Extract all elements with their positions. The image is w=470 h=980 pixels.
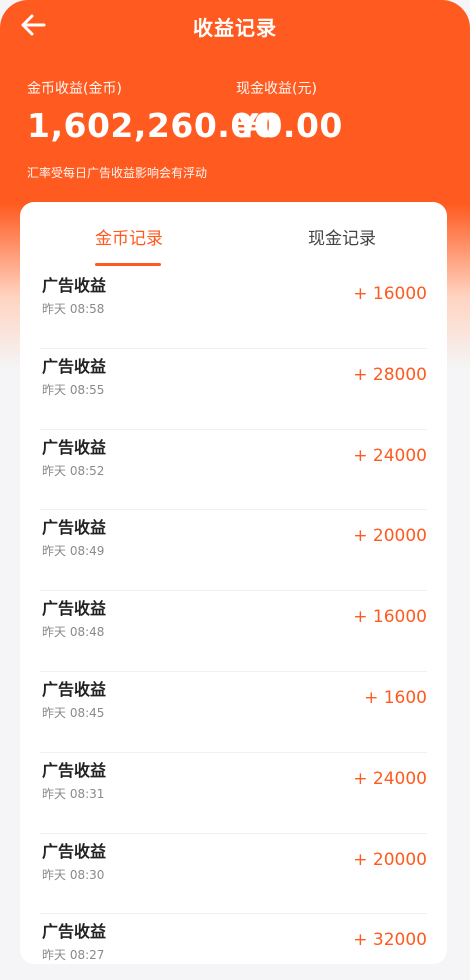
records-list: 广告收益 昨天 08:58 + 16000 广告收益 昨天 08:55 + 28… [20, 268, 447, 964]
record-amount: + 16000 [353, 607, 427, 628]
record-amount: + 28000 [353, 364, 427, 385]
page-title: 收益记录 [193, 16, 277, 40]
list-item[interactable]: 广告收益 昨天 08:49 + 20000 [40, 510, 427, 592]
record-title: 广告收益 [42, 922, 107, 942]
record-title: 广告收益 [42, 276, 107, 295]
record-time: 昨天 08:30 [42, 867, 105, 882]
record-time: 昨天 08:31 [42, 786, 105, 801]
record-title: 广告收益 [42, 841, 107, 861]
list-item[interactable]: 广告收益 昨天 08:58 + 16000 [40, 268, 427, 349]
record-amount: + 32000 [353, 930, 427, 951]
list-item[interactable]: 广告收益 昨天 08:27 + 32000 [40, 914, 427, 964]
list-item[interactable]: 广告收益 昨天 08:55 + 28000 [40, 349, 427, 430]
record-time: 昨天 08:58 [42, 302, 105, 316]
record-amount: + 20000 [353, 849, 427, 870]
records-card: 金币记录 现金记录 广告收益 昨天 08:58 + 16000 广告收益 昨天 … [20, 202, 447, 964]
record-time: 昨天 08:49 [42, 544, 105, 559]
list-item[interactable]: 广告收益 昨天 08:48 + 16000 [40, 591, 427, 672]
tab-coin-records[interactable]: 金币记录 [95, 224, 163, 249]
record-amount: + 20000 [353, 526, 427, 547]
list-item[interactable]: 广告收益 昨天 08:52 + 24000 [40, 430, 427, 511]
record-time: 昨天 08:45 [42, 705, 105, 720]
record-time: 昨天 08:48 [42, 625, 105, 640]
cash-earnings-value: ¥0.00 [236, 106, 343, 145]
record-amount: + 24000 [353, 768, 427, 789]
exchange-rate-note: 汇率受每日广告收益影响会有浮动 [27, 166, 208, 180]
record-amount: + 1600 [364, 687, 427, 708]
record-title: 广告收益 [42, 356, 107, 376]
record-title: 广告收益 [42, 518, 107, 538]
tab-cash-records[interactable]: 现金记录 [308, 224, 376, 249]
active-tab-indicator [95, 263, 161, 266]
record-title: 广告收益 [42, 599, 107, 619]
list-item[interactable]: 广告收益 昨天 08:30 + 20000 [40, 834, 427, 915]
record-time: 昨天 08:55 [42, 382, 105, 397]
cash-earnings: 现金收益(元) ¥0.00 [236, 78, 343, 145]
record-title: 广告收益 [42, 437, 107, 457]
record-tabs: 金币记录 现金记录 [20, 202, 447, 266]
record-amount: + 24000 [353, 445, 427, 466]
record-title: 广告收益 [42, 679, 107, 699]
record-title: 广告收益 [42, 760, 107, 780]
record-time: 昨天 08:27 [42, 948, 105, 963]
record-amount: + 16000 [353, 284, 427, 304]
list-item[interactable]: 广告收益 昨天 08:31 + 24000 [40, 753, 427, 834]
top-bar: 收益记录 [0, 0, 470, 52]
list-item[interactable]: 广告收益 昨天 08:45 + 1600 [40, 672, 427, 753]
record-time: 昨天 08:52 [42, 463, 105, 478]
cash-earnings-label: 现金收益(元) [236, 81, 317, 97]
